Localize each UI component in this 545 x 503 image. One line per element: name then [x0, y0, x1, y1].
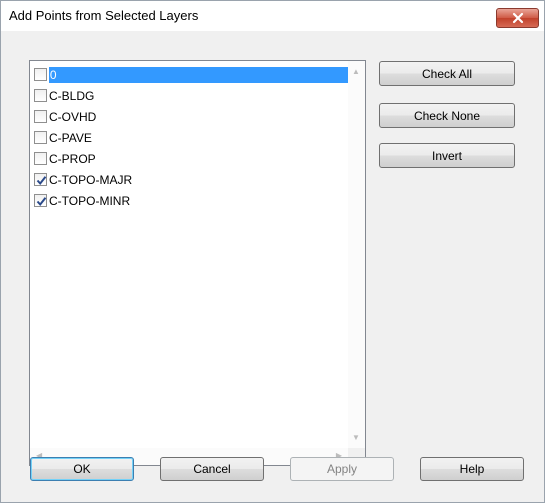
layer-name: 0: [48, 66, 348, 83]
layer-list[interactable]: 0 C-BLDG C-OVHD C-PAVE C-PROP C-TOPO-MAJR C-TO…: [29, 60, 366, 466]
layer-checkbox[interactable]: [34, 110, 47, 123]
dialog-client: 0 C-BLDG C-OVHD C-PAVE C-PROP C-TOPO-MAJR C-TO…: [1, 31, 544, 502]
layer-name: C-PAVE: [49, 130, 92, 145]
layer-list-items: 0 C-BLDG C-OVHD C-PAVE C-PROP C-TOPO-MAJR C-TO…: [30, 61, 348, 448]
close-icon: [512, 12, 523, 24]
checkmark-icon: [36, 197, 47, 207]
apply-button[interactable]: Apply: [290, 457, 394, 481]
layer-name: C-BLDG: [49, 88, 95, 103]
layer-checkbox[interactable]: [34, 68, 47, 81]
layer-name: C-TOPO-MINR: [49, 193, 131, 208]
layer-name: C-PROP: [49, 151, 96, 166]
layer-checkbox[interactable]: [34, 152, 47, 165]
scroll-up-icon[interactable]: ▲: [352, 68, 360, 76]
list-item[interactable]: C-OVHD: [30, 106, 348, 127]
layer-checkbox[interactable]: [34, 194, 47, 207]
invert-button[interactable]: Invert: [379, 143, 515, 168]
layer-name: C-TOPO-MAJR: [49, 172, 133, 187]
layer-checkbox[interactable]: [34, 131, 47, 144]
cancel-button[interactable]: Cancel: [160, 457, 264, 481]
list-item[interactable]: 0: [30, 64, 348, 85]
list-item[interactable]: C-TOPO-MAJR: [30, 169, 348, 190]
check-all-button[interactable]: Check All: [379, 61, 515, 86]
dialog-window: Add Points from Selected Layers 0 C-BLDG C…: [0, 0, 545, 503]
layer-checkbox[interactable]: [34, 173, 47, 186]
scroll-down-icon[interactable]: ▼: [352, 434, 360, 442]
dialog-title: Add Points from Selected Layers: [9, 8, 199, 23]
list-item[interactable]: C-PAVE: [30, 127, 348, 148]
ok-button[interactable]: OK: [30, 457, 134, 481]
list-item[interactable]: C-PROP: [30, 148, 348, 169]
help-button[interactable]: Help: [420, 457, 524, 481]
title-bar[interactable]: Add Points from Selected Layers: [1, 1, 544, 31]
list-item[interactable]: C-TOPO-MINR: [30, 190, 348, 211]
checkmark-icon: [36, 176, 47, 186]
layer-name: C-OVHD: [49, 109, 97, 124]
layer-checkbox[interactable]: [34, 89, 47, 102]
list-item[interactable]: C-BLDG: [30, 85, 348, 106]
vertical-scrollbar[interactable]: ▲ ▼: [348, 61, 365, 448]
check-none-button[interactable]: Check None: [379, 103, 515, 128]
close-button[interactable]: [496, 8, 539, 28]
